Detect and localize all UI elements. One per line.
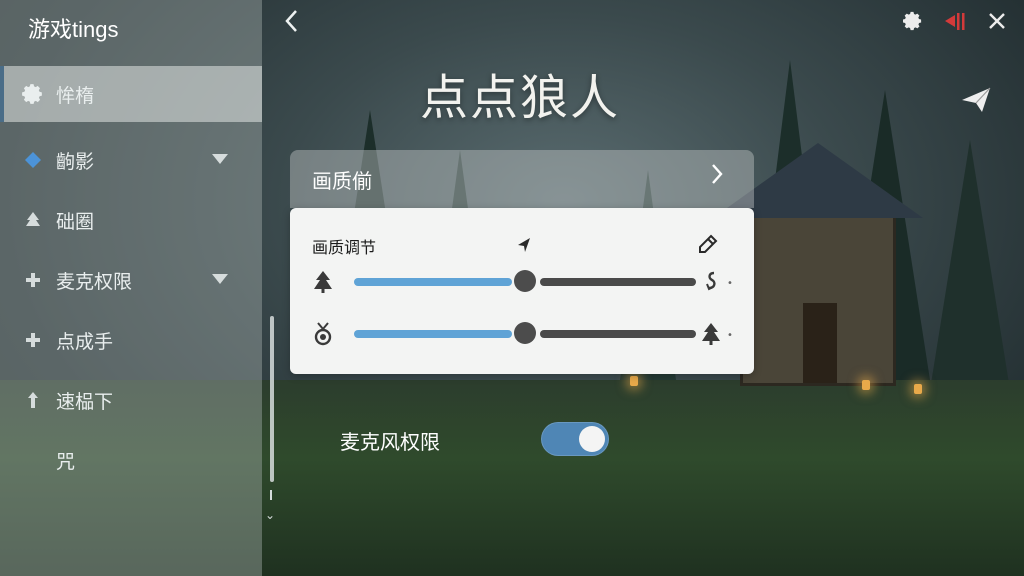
sidebar-item-label: 速榀下 — [56, 390, 114, 413]
sidebar-item-label: 础圈 — [56, 210, 95, 233]
slider-thumb[interactable] — [514, 322, 536, 344]
sidebar-item-settings[interactable]: 恈楕 — [0, 66, 262, 122]
sidebar-scrollbar[interactable] — [270, 316, 274, 482]
dot-icon: • — [727, 330, 733, 341]
tree-icon — [700, 322, 722, 346]
gear-icon[interactable] — [900, 8, 926, 34]
chevron-down-icon — [212, 274, 228, 284]
mic-permission-toggle[interactable] — [541, 422, 609, 456]
app-title: 游戏tings — [28, 17, 119, 42]
scrollbar-tick — [270, 490, 272, 500]
slider-fill — [354, 278, 512, 286]
chevron-right-icon — [710, 162, 724, 193]
slider-thumb[interactable] — [514, 270, 536, 292]
sidebar-item-circle[interactable]: 础圈 — [0, 192, 262, 248]
dot-icon: • — [727, 278, 733, 289]
arrow-up-icon — [20, 387, 46, 413]
sidebar-item-speed[interactable]: 速榀下 — [0, 372, 262, 428]
back-button[interactable] — [284, 8, 304, 38]
quality-slider-2[interactable]: • — [290, 320, 754, 350]
sidebar-item-label: 点成手 — [56, 330, 114, 353]
scroll-down-icon[interactable]: ⌄ — [265, 508, 275, 522]
quality-adjust-card: 画质调节 • • — [290, 208, 754, 374]
chevron-down-icon — [212, 154, 228, 164]
sidebar-item-dots[interactable]: 点成手 — [0, 312, 262, 368]
quality-slider-1[interactable]: • — [290, 268, 754, 298]
plus-icon — [20, 327, 46, 353]
tree-icon — [312, 270, 334, 294]
sidebar-item-label: 齣影 — [56, 150, 95, 173]
sidebar-item-spell[interactable]: 咒 — [0, 432, 262, 488]
sidebar: 游戏tings 恈楕 齣影 础圈 麦克权限 点成手 速榀下 咒 — [0, 0, 262, 576]
medal-icon — [312, 322, 334, 346]
slider-fill — [354, 330, 512, 338]
back-icon — [285, 10, 297, 32]
gear-icon — [20, 81, 46, 107]
mic-permission-label: 麦克风权限 — [340, 430, 440, 454]
sidebar-item-label: 咒 — [56, 450, 76, 473]
slider-track — [540, 278, 696, 286]
tree-icon — [20, 207, 46, 233]
toggle-thumb — [579, 426, 605, 452]
card-title: 画质调节 — [312, 238, 377, 257]
slider-track — [540, 330, 696, 338]
quality-row-label: 画质偂 — [312, 168, 372, 193]
pointer-icon — [516, 236, 532, 258]
hook-icon — [700, 270, 722, 294]
pen-icon[interactable] — [696, 234, 718, 260]
plus-icon — [20, 267, 46, 293]
diamond-icon — [20, 147, 46, 173]
quality-settings-row[interactable]: 画质偂 — [290, 150, 754, 208]
sidebar-item-mic-permission[interactable]: 麦克权限 — [0, 252, 262, 308]
sidebar-item-label: 恈楕 — [56, 84, 95, 107]
close-icon[interactable] — [984, 8, 1010, 34]
sidebar-item-shadow[interactable]: 齣影 — [0, 132, 262, 188]
flag-icon[interactable] — [942, 8, 968, 34]
share-icon[interactable] — [960, 86, 994, 114]
sidebar-item-label: 麦克权限 — [56, 270, 133, 293]
page-title: 点点狼人 — [419, 70, 620, 126]
